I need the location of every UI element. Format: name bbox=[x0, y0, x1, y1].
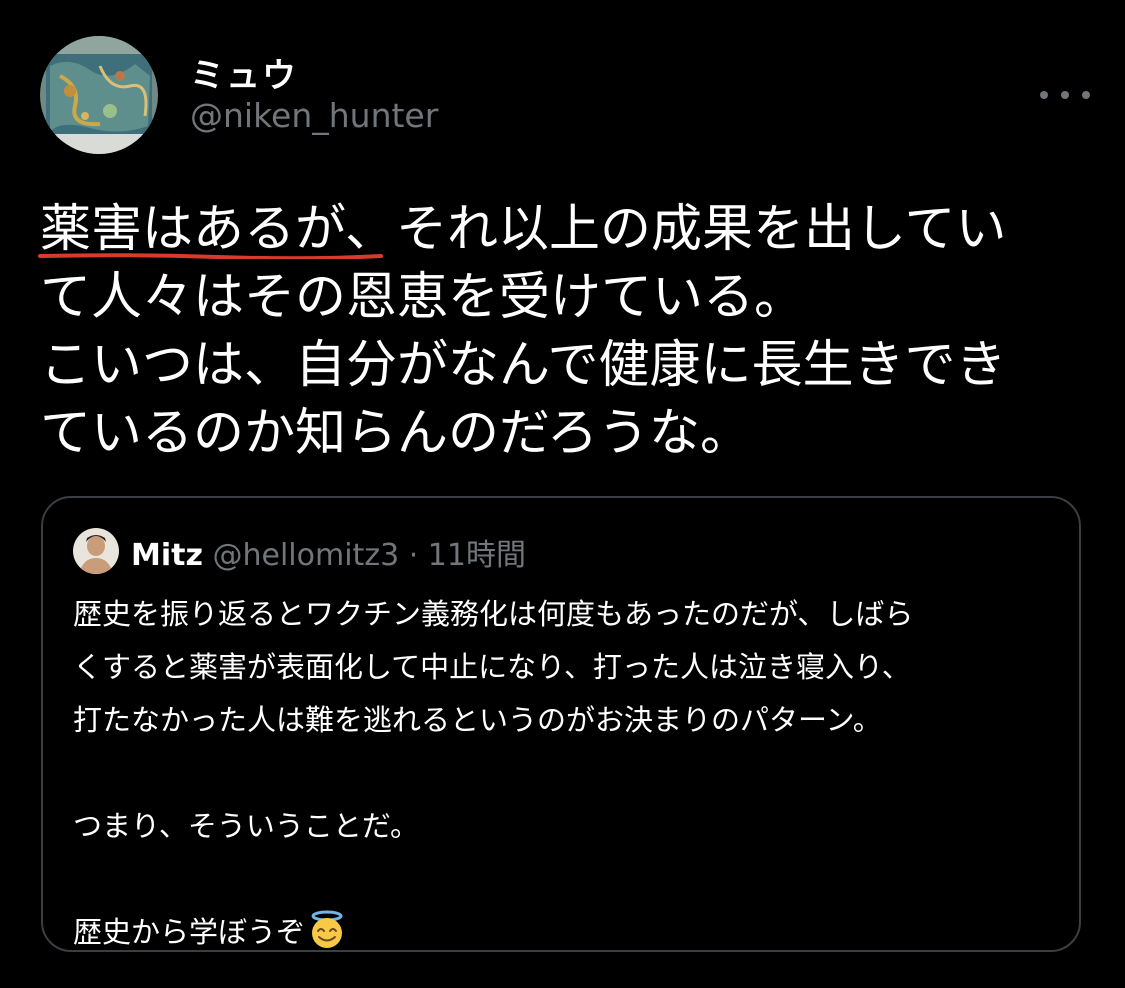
more-dot bbox=[1040, 91, 1048, 99]
author-display-name[interactable]: ミュウ bbox=[190, 48, 298, 97]
author-handle[interactable]: @niken_hunter bbox=[190, 96, 438, 135]
more-dot bbox=[1061, 91, 1069, 99]
quoted-header: Mitz @hellomitz3 · 11時間 bbox=[131, 530, 526, 574]
quoted-line: 歴史を振り返るとワクチン義務化は何度もあったのだが、しばら bbox=[73, 597, 914, 631]
tweet-line: て人々はその恩恵を受けている。 bbox=[40, 268, 806, 327]
tweet-text: 薬害はあるが、それ以上の成果を出してい て人々はその恩恵を受けている。 こいつは… bbox=[40, 196, 1090, 468]
quoted-author-avatar[interactable] bbox=[73, 528, 119, 574]
quoted-last-text: 歴史から学ぼうぞ bbox=[73, 915, 306, 949]
quoted-line: 打たなかった人は難を逃れるというのがお決まりのパターン。 bbox=[73, 703, 882, 737]
quoted-separator: · bbox=[408, 538, 419, 573]
more-dot bbox=[1082, 91, 1090, 99]
smiling-face-with-halo-icon bbox=[311, 910, 343, 948]
quoted-line: くすると薬害が表面化して中止になり、打った人は泣き寝入り、 bbox=[73, 650, 911, 684]
quoted-timestamp[interactable]: 11時間 bbox=[428, 538, 526, 573]
tweet: ミュウ @niken_hunter 薬害はあるが、それ以上の成果を出してい て人… bbox=[0, 0, 1125, 988]
quoted-line-with-emoji: 歴史から学ぼうぞ bbox=[73, 906, 1063, 959]
more-options-icon[interactable] bbox=[1040, 80, 1090, 110]
quoted-handle[interactable]: @hellomitz3 bbox=[213, 538, 400, 573]
quoted-text: 歴史を振り返るとワクチン義務化は何度もあったのだが、しばら くすると薬害が表面化… bbox=[73, 588, 1063, 959]
quoted-display-name[interactable]: Mitz bbox=[131, 538, 203, 573]
quoted-line bbox=[73, 747, 1063, 800]
quoted-line bbox=[73, 853, 1063, 906]
handwritten-underline bbox=[38, 253, 383, 259]
tweet-line: こいつは、自分がなんで健康に長生きでき bbox=[40, 336, 1007, 395]
quoted-tweet[interactable]: Mitz @hellomitz3 · 11時間 歴史を振り返るとワクチン義務化は… bbox=[41, 496, 1081, 952]
tweet-line: ているのか知らんのだろうな。 bbox=[40, 404, 751, 463]
author-avatar[interactable] bbox=[40, 36, 158, 154]
quoted-line: つまり、そういうことだ。 bbox=[73, 809, 419, 843]
